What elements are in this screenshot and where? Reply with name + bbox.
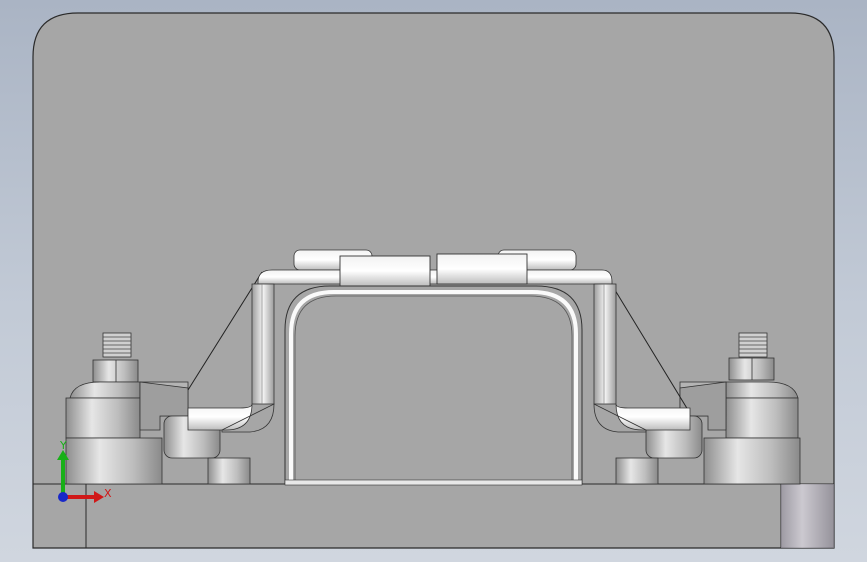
left-hex-nut bbox=[92, 359, 139, 383]
triad-y-label: Y bbox=[59, 439, 67, 452]
triad-x-label: X bbox=[104, 487, 112, 500]
cad-graphics-viewport[interactable]: Y X bbox=[0, 0, 867, 562]
right-hex-nut bbox=[728, 357, 775, 381]
